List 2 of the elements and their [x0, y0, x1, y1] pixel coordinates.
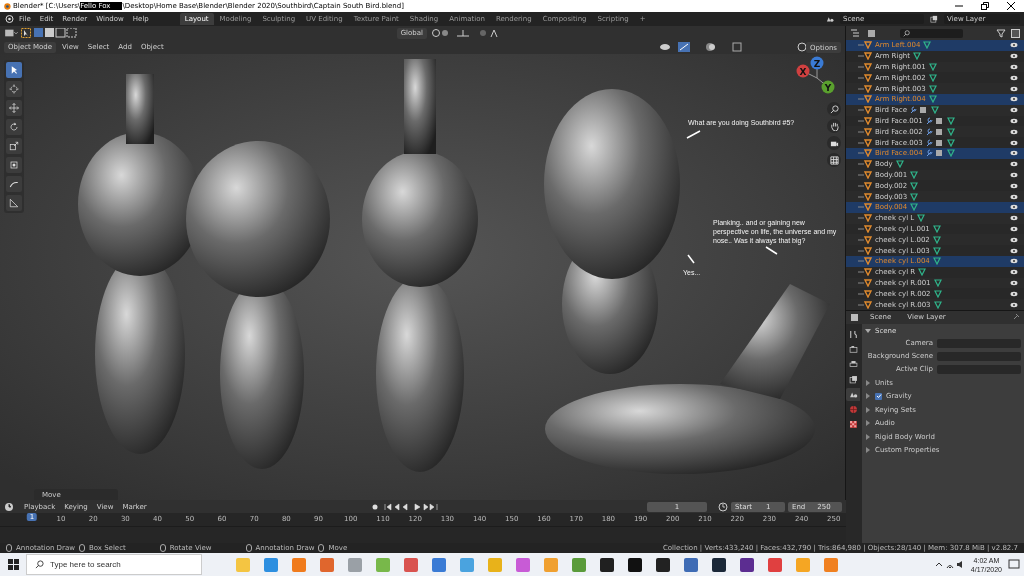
- taskbar-search-field[interactable]: Type here to search: [26, 554, 202, 575]
- axis-gizmo[interactable]: X Y Z: [795, 56, 839, 96]
